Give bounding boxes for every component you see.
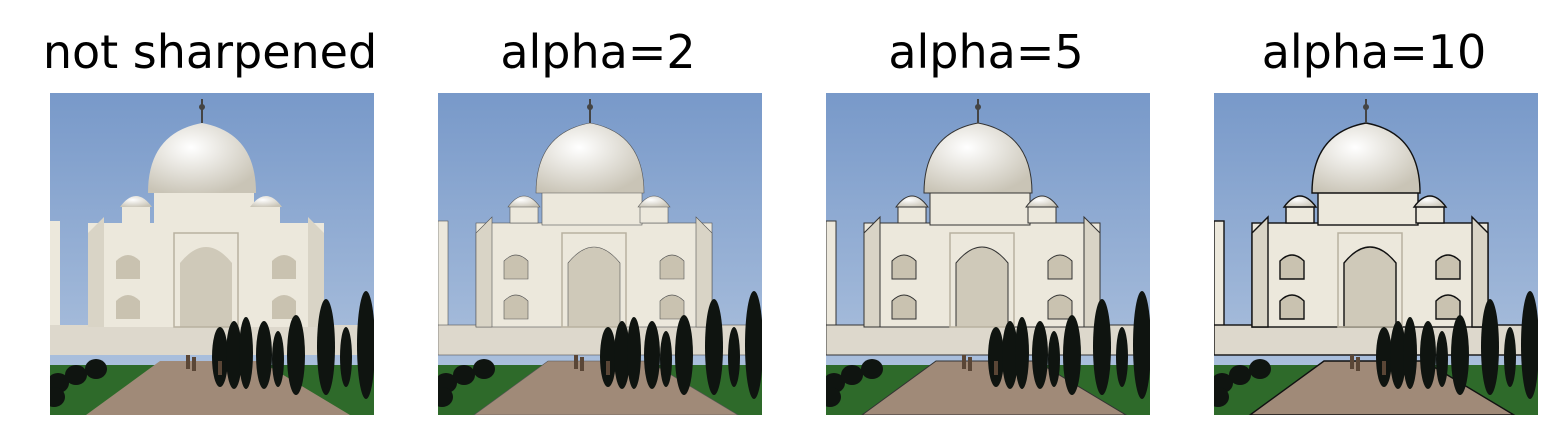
panel-alpha-2: alpha=2 <box>404 0 792 446</box>
taj-mahal-image-alpha-2 <box>438 93 762 415</box>
panel-not-sharpened: not sharpened <box>16 0 404 446</box>
panel-title: alpha=2 <box>500 25 696 79</box>
panel-title: not sharpened <box>42 25 378 79</box>
taj-mahal-image-alpha-5 <box>826 93 1150 415</box>
panel-title: alpha=5 <box>888 25 1084 79</box>
panel-alpha-10: alpha=10 <box>1180 0 1568 446</box>
taj-mahal-image-original <box>50 93 374 415</box>
panel-alpha-5: alpha=5 <box>792 0 1180 446</box>
taj-mahal-image-alpha-10 <box>1214 93 1538 415</box>
panel-title: alpha=10 <box>1261 25 1487 79</box>
